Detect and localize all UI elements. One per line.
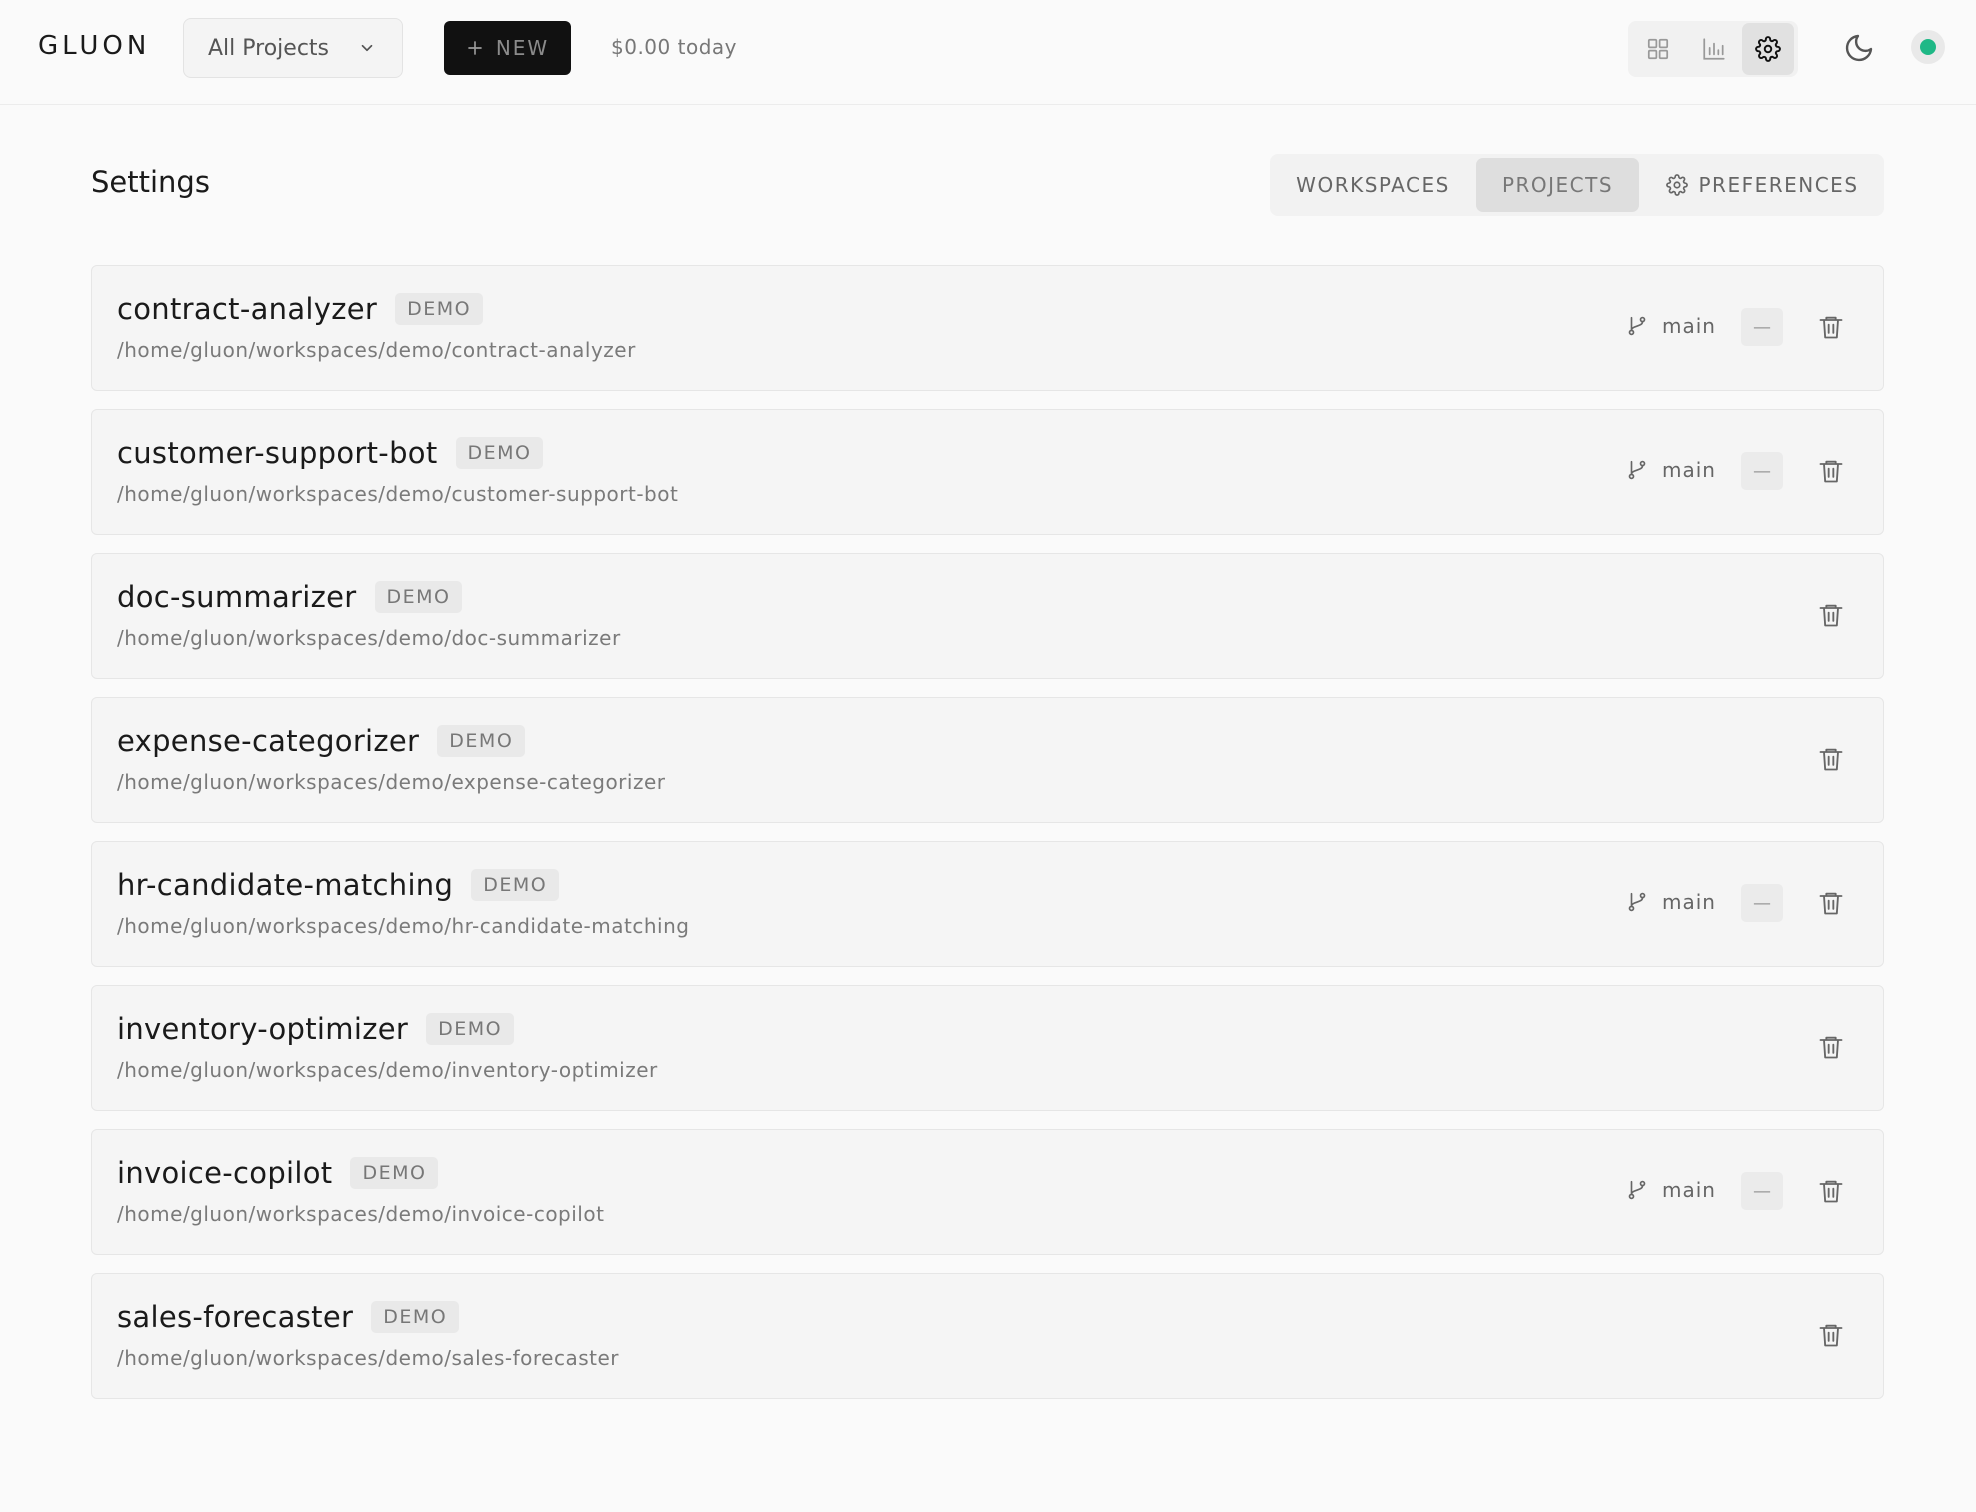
page-title: Settings (91, 165, 210, 199)
trash-icon[interactable] (1817, 1033, 1845, 1061)
grid-icon (1647, 38, 1669, 60)
demo-badge: DEMO (350, 1157, 439, 1189)
branch-indicator: main (1626, 314, 1716, 338)
tab-workspaces[interactable]: WORKSPACES (1270, 158, 1476, 212)
gear-icon (1755, 36, 1781, 62)
project-title: inventory-optimizer DEMO (117, 1012, 515, 1046)
tab-projects-label: PROJECTS (1501, 173, 1614, 197)
trash-icon[interactable] (1817, 457, 1845, 485)
settings-view-button[interactable] (1742, 23, 1794, 75)
branch-status-button[interactable]: — (1741, 452, 1783, 490)
project-title: sales-forecaster DEMO (117, 1300, 460, 1334)
project-card[interactable]: expense-categorizer DEMO /home/gluon/wor… (91, 697, 1884, 823)
branch-status-button[interactable]: — (1741, 884, 1783, 922)
status-indicator[interactable] (1911, 30, 1945, 64)
project-path: /home/gluon/workspaces/demo/doc-summariz… (117, 626, 621, 650)
demo-badge: DEMO (426, 1013, 515, 1045)
demo-badge: DEMO (471, 869, 560, 901)
trash-icon[interactable] (1817, 313, 1845, 341)
project-card[interactable]: hr-candidate-matching DEMO /home/gluon/w… (91, 841, 1884, 967)
chevron-down-icon (361, 44, 373, 52)
new-button[interactable]: NEW (444, 21, 571, 75)
project-card[interactable]: contract-analyzer DEMO /home/gluon/works… (91, 265, 1884, 391)
branch-status-button[interactable]: — (1741, 1172, 1783, 1210)
grid-view-button[interactable] (1632, 23, 1684, 75)
project-path: /home/gluon/workspaces/demo/inventory-op… (117, 1058, 658, 1082)
project-path: /home/gluon/workspaces/demo/expense-cate… (117, 770, 666, 794)
tab-preferences[interactable]: PREFERENCES (1645, 158, 1880, 212)
project-name: customer-support-bot (117, 436, 438, 470)
status-dot (1920, 39, 1936, 55)
project-name: contract-analyzer (117, 292, 378, 326)
bar-chart-icon (1703, 38, 1725, 60)
tab-projects[interactable]: PROJECTS (1476, 158, 1639, 212)
git-branch-icon (1628, 892, 1646, 912)
project-card[interactable]: doc-summarizer DEMO /home/gluon/workspac… (91, 553, 1884, 679)
branch-name: main (1662, 458, 1716, 482)
top-bar: GLUON All Projects NEW $0.00 today (0, 0, 1976, 105)
project-name: doc-summarizer (117, 580, 357, 614)
git-branch-icon (1628, 316, 1646, 336)
project-path: /home/gluon/workspaces/demo/hr-candidate… (117, 914, 690, 938)
branch-name: main (1662, 890, 1716, 914)
trash-icon[interactable] (1817, 1177, 1845, 1205)
project-card[interactable]: invoice-copilot DEMO /home/gluon/workspa… (91, 1129, 1884, 1255)
branch-name: main (1662, 1178, 1716, 1202)
project-path: /home/gluon/workspaces/demo/contract-ana… (117, 338, 636, 362)
demo-badge: DEMO (374, 581, 463, 613)
demo-badge: DEMO (395, 293, 484, 325)
trash-icon[interactable] (1817, 1321, 1845, 1349)
demo-badge: DEMO (371, 1301, 460, 1333)
project-card[interactable]: inventory-optimizer DEMO /home/gluon/wor… (91, 985, 1884, 1111)
project-card[interactable]: customer-support-bot DEMO /home/gluon/wo… (91, 409, 1884, 535)
branch-name: main (1662, 314, 1716, 338)
project-path: /home/gluon/workspaces/demo/sales-foreca… (117, 1346, 620, 1370)
project-name: expense-categorizer (117, 724, 420, 758)
branch-indicator: main (1626, 890, 1716, 914)
analytics-view-button[interactable] (1688, 23, 1740, 75)
trash-icon[interactable] (1817, 889, 1845, 917)
project-title: invoice-copilot DEMO (117, 1156, 439, 1190)
view-switcher (1628, 21, 1798, 77)
branch-indicator: main (1626, 458, 1716, 482)
app-logo: GLUON (38, 31, 151, 61)
project-name: inventory-optimizer (117, 1012, 409, 1046)
project-title: expense-categorizer DEMO (117, 724, 526, 758)
settings-tabs: WORKSPACES PROJECTS PREFERENCES (1270, 154, 1884, 216)
plus-icon (467, 41, 482, 55)
project-name: invoice-copilot (117, 1156, 333, 1190)
demo-badge: DEMO (455, 437, 544, 469)
branch-status-button[interactable]: — (1741, 308, 1783, 346)
tab-preferences-label: PREFERENCES (1698, 173, 1859, 197)
new-button-label: NEW (495, 36, 550, 60)
project-title: hr-candidate-matching DEMO (117, 868, 560, 902)
project-path: /home/gluon/workspaces/demo/invoice-copi… (117, 1202, 605, 1226)
cost-today: $0.00 today (611, 35, 737, 59)
project-title: doc-summarizer DEMO (117, 580, 463, 614)
project-select-value: All Projects (208, 35, 329, 61)
moon-icon[interactable] (1843, 32, 1875, 64)
project-title: customer-support-bot DEMO (117, 436, 544, 470)
project-title: contract-analyzer DEMO (117, 292, 484, 326)
trash-icon[interactable] (1817, 745, 1845, 773)
gear-icon (1666, 174, 1689, 196)
tab-workspaces-label: WORKSPACES (1296, 173, 1450, 197)
git-branch-icon (1628, 1180, 1646, 1200)
trash-icon[interactable] (1817, 601, 1845, 629)
git-branch-icon (1628, 460, 1646, 480)
project-path: /home/gluon/workspaces/demo/customer-sup… (117, 482, 679, 506)
project-card[interactable]: sales-forecaster DEMO /home/gluon/worksp… (91, 1273, 1884, 1399)
demo-badge: DEMO (437, 725, 526, 757)
project-name: hr-candidate-matching (117, 868, 454, 902)
project-select[interactable]: All Projects (183, 18, 403, 78)
project-name: sales-forecaster (117, 1300, 354, 1334)
branch-indicator: main (1626, 1178, 1716, 1202)
